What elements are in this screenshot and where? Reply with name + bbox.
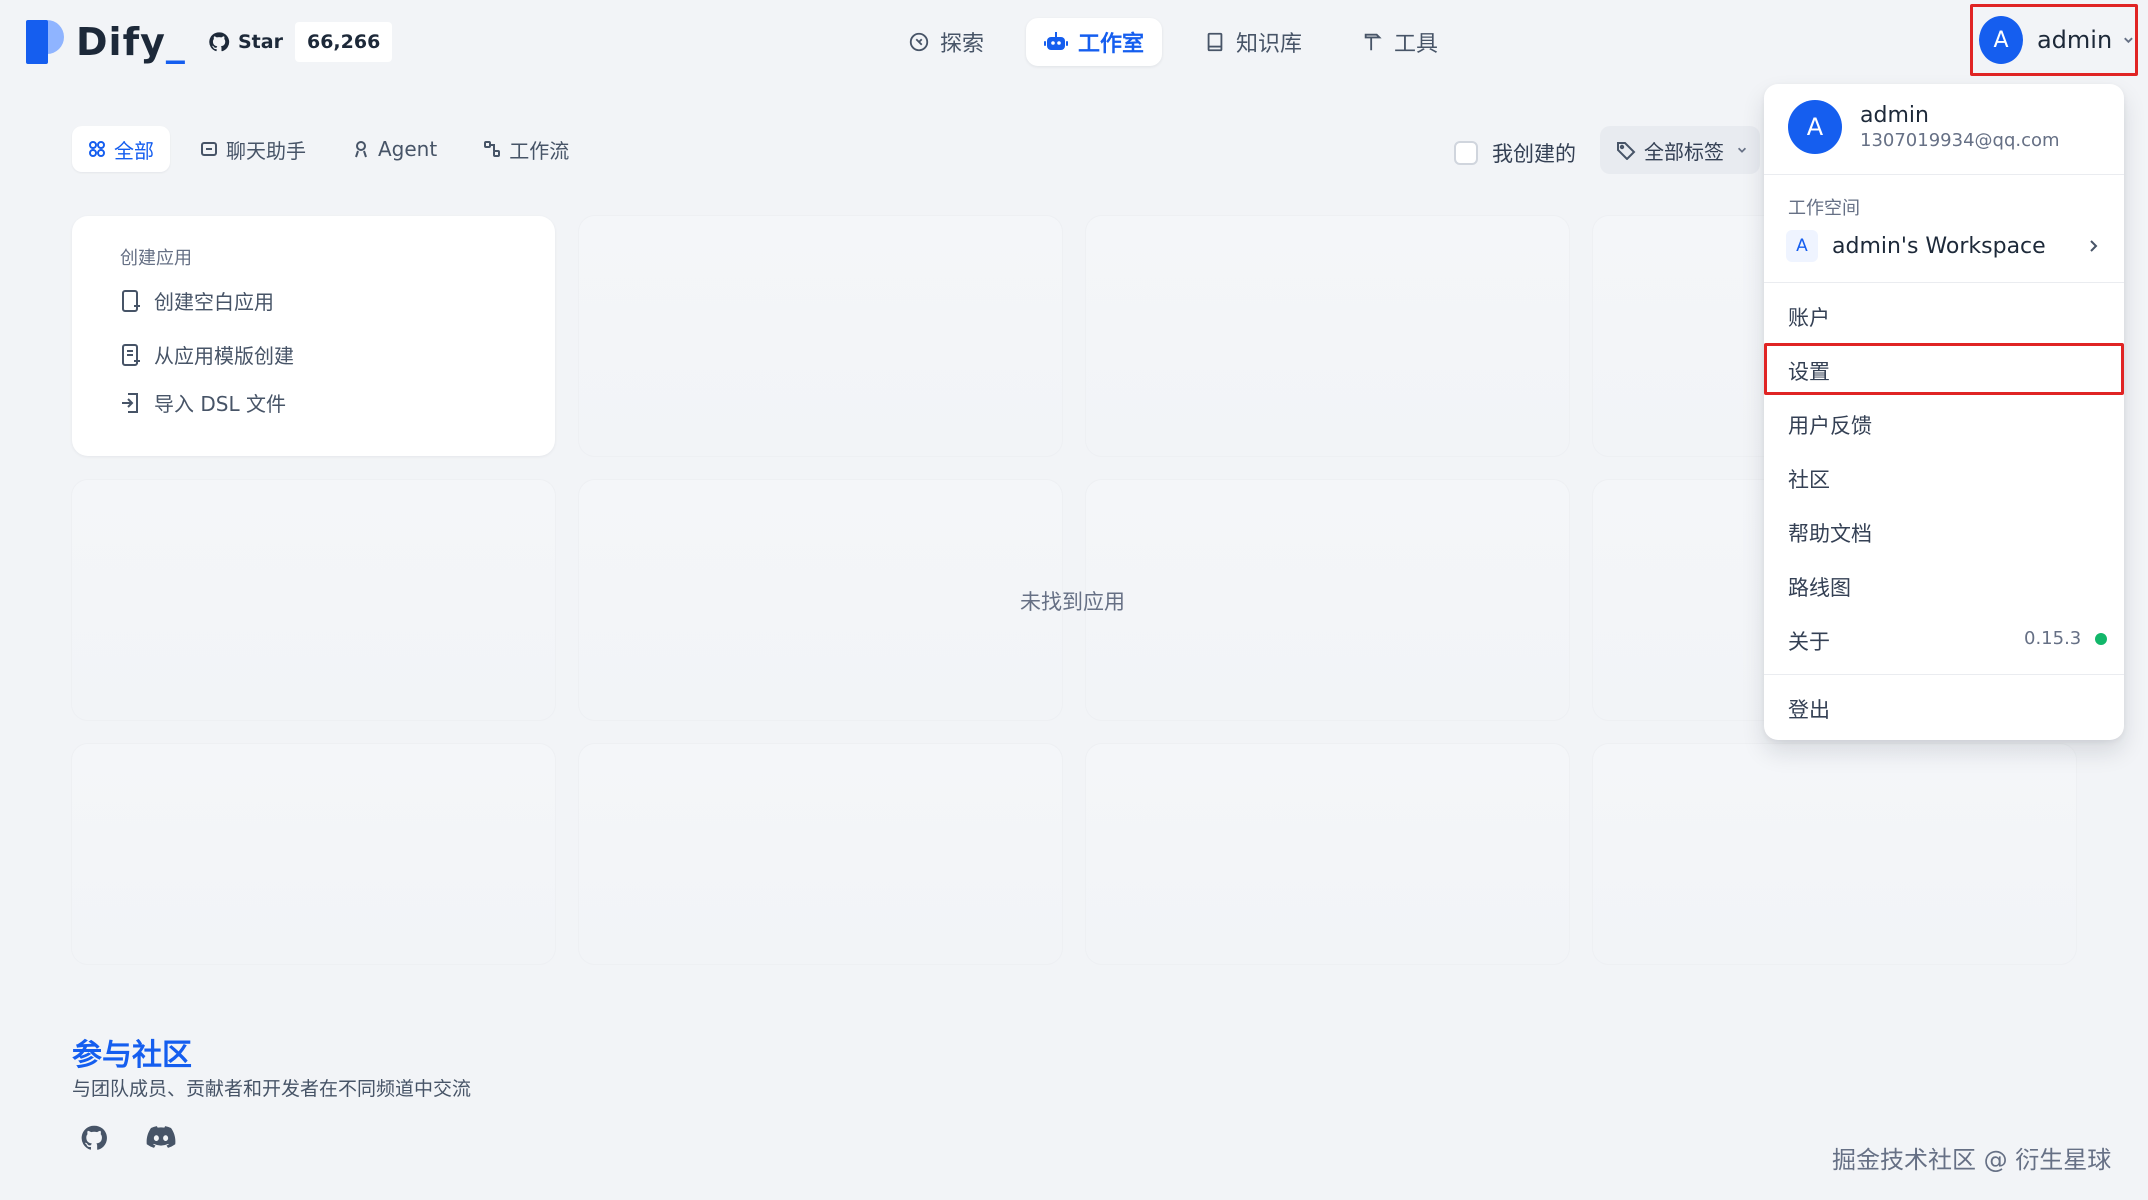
empty-state-text: 未找到应用 [1020, 590, 1125, 614]
app-card-placeholder [72, 480, 555, 720]
agent-icon [355, 141, 367, 158]
menu-item-help-docs[interactable]: 帮助文档 [1788, 518, 1872, 548]
created-by-me-label: 我创建的 [1492, 142, 1576, 166]
github-icon [209, 32, 230, 52]
menu-item-about[interactable]: 关于 [1788, 626, 1830, 656]
compass-icon [909, 32, 929, 52]
chevron-down-icon [1737, 147, 1747, 153]
create-app-card: 创建应用 创建空白应用 从应用模版创建 导入 DSL 文件 [72, 216, 555, 456]
nav-tools[interactable]: 工具 [1344, 18, 1456, 66]
grid-icon [89, 141, 105, 157]
main-nav: 探索 工作室 知识库 工具 [890, 18, 1456, 66]
community-links [80, 1124, 176, 1152]
create-from-template-button[interactable]: 从应用模版创建 [120, 340, 294, 369]
app-card-placeholder [1593, 744, 2076, 964]
workflow-icon [484, 141, 501, 157]
watermark-text: 掘金技术社区 @ 衍生星球 [1832, 1146, 2112, 1174]
divider [1764, 174, 2124, 175]
profile-email: 1307019934@qq.com [1860, 130, 2060, 151]
workspace-switcher[interactable]: A admin's Workspace [1786, 226, 2106, 266]
user-menu-button[interactable]: A admin [1970, 4, 2138, 76]
status-dot [2095, 632, 2108, 645]
github-star-button[interactable]: Star [204, 31, 295, 53]
import-icon [122, 392, 138, 413]
file-plus-icon [122, 289, 140, 312]
profile-name: admin [1860, 103, 1929, 128]
github-star-count: 66,266 [294, 22, 393, 62]
avatar: A [1979, 16, 2023, 64]
version-badge: 0.15.3 [2024, 628, 2108, 649]
dify-logo-mark [26, 20, 64, 64]
discord-icon[interactable] [146, 1124, 176, 1152]
tab-chat-assistant[interactable]: 聊天助手 [184, 126, 322, 172]
workspace-name: admin's Workspace [1832, 233, 2046, 259]
app-card-placeholder [1086, 744, 1569, 964]
menu-item-community[interactable]: 社区 [1788, 464, 1830, 494]
chevron-down-icon [2124, 37, 2133, 44]
create-blank-app-button[interactable]: 创建空白应用 [120, 286, 274, 315]
nav-studio[interactable]: 工作室 [1026, 18, 1163, 66]
chevron-right-icon [2090, 240, 2098, 252]
app-type-tabs: 全部 聊天助手 Agent 工作流 [72, 126, 585, 172]
workspace-label: 工作空间 [1788, 198, 1860, 219]
github-star-widget[interactable]: Star 66,266 [204, 22, 393, 62]
tab-workflow[interactable]: 工作流 [467, 126, 585, 172]
chat-icon [201, 142, 217, 156]
dropdown-profile: A admin 1307019934@qq.com [1788, 100, 2060, 154]
github-icon[interactable] [80, 1124, 108, 1152]
divider [1764, 282, 2124, 283]
nav-knowledge[interactable]: 知识库 [1186, 18, 1320, 66]
community-title: 参与社区 [72, 1038, 192, 1073]
settings-highlight-box [1764, 343, 2124, 395]
created-by-me-filter[interactable]: 我创建的 [1454, 138, 1576, 168]
template-icon [122, 343, 140, 366]
version-text: 0.15.3 [2024, 628, 2082, 649]
menu-item-logout[interactable]: 登出 [1788, 694, 1830, 724]
tab-all[interactable]: 全部 [72, 126, 170, 172]
book-icon [1207, 32, 1223, 52]
hammer-icon [1364, 33, 1382, 51]
dify-logo[interactable]: Dify_ [26, 20, 186, 64]
nav-explore[interactable]: 探索 [890, 18, 1002, 66]
app-card-placeholder [72, 744, 555, 964]
import-dsl-button[interactable]: 导入 DSL 文件 [120, 388, 286, 417]
logo-text: Dify_ [76, 20, 186, 64]
tag-icon [1617, 142, 1636, 160]
tag-filter-select[interactable]: 全部标签 [1600, 126, 1760, 174]
avatar: A [1788, 100, 1842, 154]
workspace-badge: A [1786, 230, 1818, 262]
divider [1764, 674, 2124, 675]
user-name: admin [2036, 26, 2113, 54]
app-card-placeholder [579, 216, 1062, 456]
app-card-placeholder [1086, 216, 1569, 456]
app-card-placeholder [579, 744, 1062, 964]
app-card-placeholder [1086, 480, 1569, 720]
create-app-title: 创建应用 [120, 248, 192, 269]
robot-icon [1044, 32, 1069, 50]
app-card-placeholder [579, 480, 1062, 720]
menu-item-account[interactable]: 账户 [1788, 302, 1830, 332]
top-header: Dify_ Star 66,266 探索 工作室 知识库 工具 A admin [0, 0, 2148, 84]
community-subtitle: 与团队成员、贡献者和开发者在不同频道中交流 [72, 1078, 472, 1100]
tab-agent[interactable]: Agent [336, 126, 453, 172]
menu-item-roadmap[interactable]: 路线图 [1788, 572, 1851, 602]
created-by-me-checkbox[interactable] [1454, 141, 1478, 165]
menu-item-feedback[interactable]: 用户反馈 [1788, 410, 1872, 440]
